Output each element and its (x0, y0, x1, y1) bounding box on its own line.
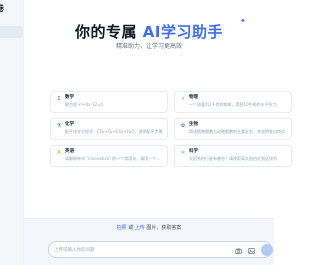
hint-or: 或 (126, 225, 135, 231)
subject-title: 化学 (65, 122, 74, 127)
hero-subtitle: 精准助力，让学习更高效 (115, 43, 182, 50)
biology-icon: ✿ (180, 123, 186, 129)
subject-card-chemistry[interactable]: ⚗ 化学 配平化学方程式：CH₄+O₂→CO₂+H₂O，说明配平步骤 (50, 118, 168, 140)
subject-card-science[interactable]: ⚛ 科学 太阳系的行星有哪些？请按距离太阳由近到远排列 (174, 145, 292, 167)
upload-hint: 拍照 或 上传 图片，获取答案 (24, 224, 274, 232)
subject-title: 科学 (189, 149, 198, 154)
math-icon: Σ (57, 96, 61, 102)
science-icon: ⚛ (180, 150, 186, 156)
hero-title-prefix: 你的专属 (75, 23, 138, 41)
upload-link[interactable]: 上传 (135, 225, 145, 231)
subject-desc: 一个质量为2千克的物体，受到10牛顿的水平拉力 (189, 102, 277, 107)
subject-title: 生物 (189, 122, 198, 127)
hero-title: 你的专属 AI学习助手 (24, 22, 274, 42)
subject-title: 数学 (65, 95, 74, 100)
physics-icon: ⚡ (181, 96, 185, 102)
hint-rest: 图片，获取答案 (144, 225, 182, 231)
subject-desc: 太阳系的行星有哪些？请按距离太阳由近到远排列 (189, 156, 277, 161)
composer-area: 拍照 或 上传 图片，获取答案 (24, 218, 274, 265)
chemistry-icon: ⚗ (56, 123, 62, 129)
subject-desc: 配平化学方程式：CH₄+O₂→CO₂+H₂O，说明配平步骤 (65, 129, 163, 134)
subject-title: 物理 (189, 95, 198, 100)
sidebar-item-active[interactable] (0, 26, 23, 38)
subject-desc: 简述植物细胞与动物细胞的主要区别，并说明各自特点 (189, 129, 285, 134)
subject-title: 英语 (65, 149, 74, 154)
image-icon[interactable] (247, 246, 256, 255)
english-icon: A (57, 150, 61, 156)
photo-link[interactable]: 拍照 (117, 225, 127, 231)
subject-desc: 请解释单词 "innovative" 的一个常用句，请用一个... (65, 156, 160, 161)
sidebar: 卷 (0, 0, 24, 265)
hero-title-accent: AI学习助手 (142, 23, 223, 41)
sidebar-logo: 卷 (0, 4, 4, 14)
question-input[interactable] (54, 245, 224, 255)
subject-desc: 解方程 x²+4x-12=0 (65, 102, 103, 107)
sparkle-icon: ✦ (240, 17, 246, 25)
question-input-box (48, 241, 273, 258)
subject-card-english[interactable]: A 英语 请解释单词 "innovative" 的一个常用句，请用一个... (50, 145, 168, 167)
send-icon[interactable] (261, 244, 273, 256)
subject-card-biology[interactable]: ✿ 生物 简述植物细胞与动物细胞的主要区别，并说明各自特点 (174, 118, 292, 140)
subject-card-math[interactable]: Σ 数学 解方程 x²+4x-12=0 (50, 91, 168, 113)
subject-card-physics[interactable]: ⚡ 物理 一个质量为2千克的物体，受到10牛顿的水平拉力 (174, 91, 292, 113)
camera-icon[interactable] (234, 246, 243, 255)
